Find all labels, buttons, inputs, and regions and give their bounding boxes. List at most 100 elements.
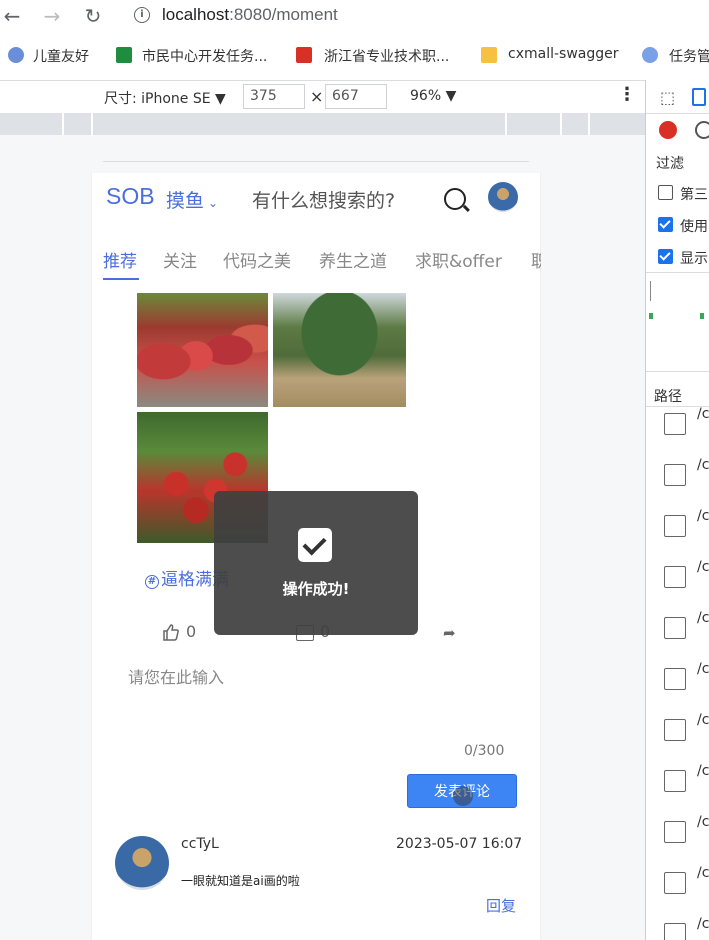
request-checkbox[interactable]: [664, 719, 686, 741]
browser-address-bar: ← → ↻ i localhost:8080/moment: [0, 0, 709, 32]
avatar[interactable]: [115, 836, 169, 890]
comment-timestamp: 2023-05-07 16:07: [396, 836, 523, 852]
request-checkbox[interactable]: [664, 668, 686, 690]
post-image[interactable]: [137, 293, 268, 407]
post-image[interactable]: [273, 293, 406, 407]
comment-text: 一眼就知道是ai画的啦: [181, 874, 300, 888]
tab-health[interactable]: 养生之道: [319, 247, 387, 272]
reply-link[interactable]: 回复: [486, 895, 516, 916]
devtools-panel: ⬚ 过滤 第三 使用 显示 路径 /c /c /c /c /c /c /c /c…: [645, 80, 709, 940]
network-toolbar: [646, 120, 709, 150]
request-path[interactable]: /c: [697, 763, 709, 779]
thumbs-up-icon[interactable]: [162, 624, 179, 641]
site-logo[interactable]: SOB: [106, 183, 155, 210]
inspect-icon[interactable]: ⬚: [660, 88, 675, 107]
zoom-select[interactable]: 96% ▼: [410, 88, 456, 104]
request-path[interactable]: /c: [697, 508, 709, 524]
request-path[interactable]: /c: [697, 559, 709, 575]
request-checkbox[interactable]: [664, 923, 686, 940]
folder-icon: [481, 47, 497, 63]
request-path[interactable]: /c: [697, 916, 709, 932]
ruler-tick: [505, 113, 507, 135]
request-path[interactable]: /c: [697, 661, 709, 677]
chevron-down-icon: ⌄: [208, 196, 219, 210]
device-toggle-icon[interactable]: [692, 88, 706, 106]
third-party-checkbox[interactable]: [658, 185, 673, 200]
bookmark-favicon-icon: [8, 47, 24, 63]
timeline-marker: [650, 281, 651, 301]
reload-icon[interactable]: ↻: [81, 4, 105, 28]
checkbox-label: 显示: [680, 251, 708, 267]
request-path[interactable]: /c: [697, 712, 709, 728]
record-icon[interactable]: [659, 121, 677, 139]
request-checkbox[interactable]: [664, 617, 686, 639]
bookmark-item[interactable]: 儿童友好: [33, 46, 89, 66]
use-checkbox[interactable]: [658, 217, 673, 232]
search-icon[interactable]: [444, 188, 466, 210]
toast-message: 操作成功!: [282, 580, 350, 598]
devtools-tabs: ⬚: [646, 84, 709, 114]
bookmark-favicon-icon: [642, 47, 658, 63]
share-icon[interactable]: ➦: [443, 624, 456, 642]
back-arrow-icon[interactable]: ←: [0, 4, 24, 28]
bookmark-item[interactable]: 任务管: [669, 46, 709, 66]
comment-input[interactable]: 请您在此输入: [128, 664, 224, 688]
section-label: 摸鱼: [166, 190, 205, 212]
bookmark-item[interactable]: 浙江省专业技术职...: [324, 46, 449, 66]
checkbox-label: 第三: [680, 187, 708, 203]
path-column-header[interactable]: 路径: [654, 386, 709, 406]
bookmark-item[interactable]: 市民中心开发任务...: [142, 46, 267, 66]
url-path: :8080/moment: [229, 5, 338, 24]
tab-follow[interactable]: 关注: [163, 247, 197, 272]
request-checkbox[interactable]: [664, 413, 686, 435]
success-toast: 操作成功!: [214, 491, 418, 635]
checkbox-label: 使用: [680, 219, 708, 235]
char-counter: 0/300: [464, 743, 505, 759]
like-count: 0: [186, 622, 197, 641]
request-checkbox[interactable]: [664, 821, 686, 843]
emulated-viewport: SOB 摸鱼 ⌄ 有什么想搜索的? 推荐 关注 代码之美 养生之道 求职&offe…: [0, 135, 645, 940]
more-options-icon[interactable]: ⋮: [618, 84, 636, 105]
tab-more[interactable]: 职: [531, 247, 541, 272]
request-checkbox[interactable]: [664, 464, 686, 486]
show-checkbox[interactable]: [658, 249, 673, 264]
tab-underline: [103, 278, 139, 280]
request-path[interactable]: /c: [697, 406, 709, 422]
request-checkbox[interactable]: [664, 566, 686, 588]
sheets-icon: [116, 47, 132, 63]
request-path[interactable]: /c: [697, 457, 709, 473]
height-input[interactable]: 667: [325, 84, 387, 109]
url-field[interactable]: localhost:8080/moment: [162, 5, 338, 25]
timeline-bar: [649, 313, 653, 319]
bookmarks-bar: 儿童友好 市民中心开发任务... 浙江省专业技术职... cxmall-swag…: [0, 40, 709, 74]
site-info-icon[interactable]: i: [134, 7, 150, 23]
device-select[interactable]: 尺寸: iPhone SE ▼: [104, 88, 226, 108]
comment-username[interactable]: ccTyL: [181, 836, 219, 852]
search-input[interactable]: 有什么想搜索的?: [252, 186, 395, 213]
forward-arrow-icon[interactable]: →: [40, 4, 64, 28]
request-path[interactable]: /c: [697, 610, 709, 626]
request-checkbox[interactable]: [664, 872, 686, 894]
width-input[interactable]: 375: [243, 84, 305, 109]
clear-icon[interactable]: [695, 121, 709, 139]
tab-recommend[interactable]: 推荐: [103, 247, 137, 272]
touch-cursor: [453, 786, 473, 806]
request-checkbox[interactable]: [664, 770, 686, 792]
request-path[interactable]: /c: [697, 865, 709, 881]
checkbox-check-icon: [298, 528, 332, 562]
ruler-tick: [91, 113, 93, 135]
tab-jobs[interactable]: 求职&offer: [415, 247, 502, 272]
request-path[interactable]: /c: [697, 814, 709, 830]
bookmark-item[interactable]: cxmall-swagger: [508, 46, 619, 62]
ruler-tick: [560, 113, 562, 135]
request-checkbox[interactable]: [664, 515, 686, 537]
section-dropdown[interactable]: 摸鱼 ⌄: [166, 186, 218, 213]
tab-code[interactable]: 代码之美: [223, 247, 291, 272]
ruler-tick: [62, 113, 64, 135]
device-toolbar: 尺寸: iPhone SE ▼ 375 × 667 96% ▼ ⋮: [0, 80, 645, 112]
avatar[interactable]: [488, 182, 518, 212]
times-sign: ×: [310, 87, 324, 106]
filter-label[interactable]: 过滤: [656, 153, 709, 173]
media-query-ruler[interactable]: [0, 113, 645, 135]
timeline-overview[interactable]: [646, 272, 709, 372]
